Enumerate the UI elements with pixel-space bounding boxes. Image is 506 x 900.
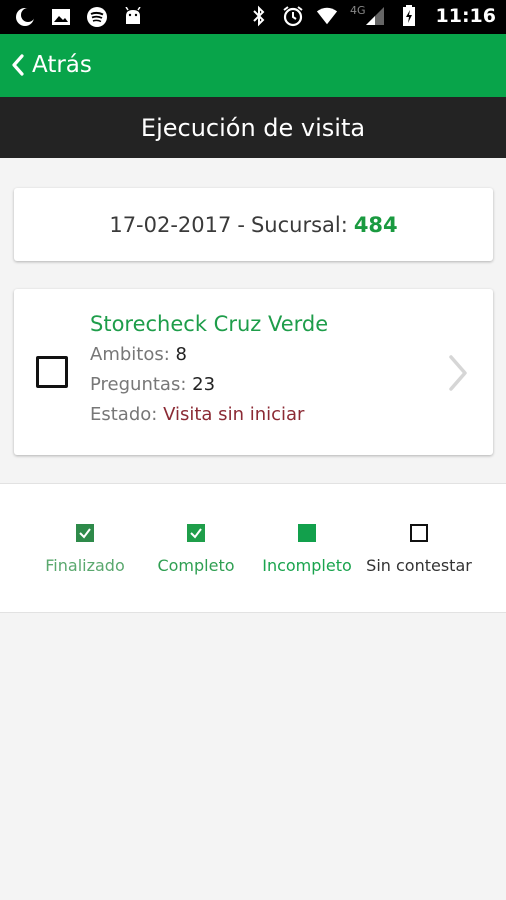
legend-label: Finalizado bbox=[45, 556, 125, 575]
app-bar: Atrás bbox=[0, 34, 506, 97]
wifi-icon bbox=[316, 5, 338, 27]
preguntas-label: Preguntas: bbox=[90, 374, 187, 395]
branch-number: 484 bbox=[353, 212, 398, 237]
visit-date: 17-02-2017 bbox=[109, 212, 232, 237]
status-time: 11:16 bbox=[435, 5, 496, 27]
estado-row: Estado: Visita sin iniciar bbox=[90, 403, 328, 427]
branch-label: Sucursal: bbox=[250, 212, 348, 237]
status-legend: Finalizado Completo Incompleto Sin conte… bbox=[0, 483, 506, 613]
empty-box-icon bbox=[410, 524, 428, 542]
title-bar: Ejecución de visita bbox=[0, 97, 506, 158]
separator: - bbox=[237, 212, 245, 237]
ambitos-value: 8 bbox=[175, 344, 187, 365]
android-icon bbox=[122, 6, 144, 28]
legend-label: Sin contestar bbox=[366, 556, 472, 575]
legend-label: Completo bbox=[157, 556, 235, 575]
ambitos-row: Ambitos: 8 bbox=[90, 343, 328, 367]
status-bar-right: 4G 11:16 bbox=[248, 3, 496, 27]
visit-checkbox[interactable] bbox=[36, 356, 68, 388]
checked-box-icon bbox=[187, 524, 205, 542]
legend-item-sin-contestar: Sin contestar bbox=[359, 524, 479, 575]
back-label: Atrás bbox=[32, 52, 92, 78]
estado-value: Visita sin iniciar bbox=[163, 404, 305, 425]
estado-label: Estado: bbox=[90, 404, 158, 425]
legend-label: Incompleto bbox=[262, 556, 352, 575]
chevron-right-icon[interactable] bbox=[447, 353, 469, 397]
visit-card[interactable]: Storecheck Cruz Verde Ambitos: 8 Pregunt… bbox=[14, 289, 493, 455]
ambitos-label: Ambitos: bbox=[90, 344, 170, 365]
page-title: Ejecución de visita bbox=[140, 113, 366, 142]
visit-header-card: 17-02-2017 - Sucursal: 484 bbox=[14, 188, 493, 261]
preguntas-value: 23 bbox=[192, 374, 216, 395]
status-bar: 4G 11:16 bbox=[0, 0, 506, 34]
legend-item-incompleto: Incompleto bbox=[247, 524, 367, 575]
visit-name: Storecheck Cruz Verde bbox=[90, 312, 329, 336]
filled-box-icon bbox=[298, 524, 316, 542]
bluetooth-icon bbox=[248, 5, 270, 27]
network-type: 4G bbox=[349, 3, 366, 17]
legend-item-completo: Completo bbox=[136, 524, 256, 575]
preguntas-row: Preguntas: 23 bbox=[90, 373, 328, 397]
checked-box-icon bbox=[76, 524, 94, 542]
chevron-left-icon bbox=[10, 50, 32, 80]
legend-item-finalizado: Finalizado bbox=[25, 524, 145, 575]
spotify-icon bbox=[86, 6, 108, 28]
image-icon bbox=[50, 6, 72, 28]
signal-icon bbox=[364, 5, 386, 27]
alarm-icon bbox=[282, 5, 304, 27]
battery-charging-icon bbox=[398, 5, 420, 27]
back-button[interactable]: Atrás bbox=[10, 50, 92, 80]
status-bar-left bbox=[14, 6, 144, 28]
moon-icon bbox=[14, 6, 36, 28]
visit-info: Storecheck Cruz Verde Ambitos: 8 Pregunt… bbox=[90, 311, 328, 427]
